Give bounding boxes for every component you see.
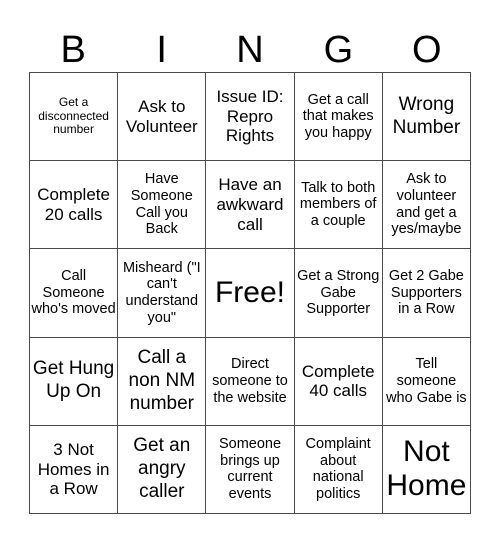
bingo-cell-r3-c4[interactable]: Get a Strong Gabe Supporter bbox=[294, 249, 383, 338]
cell-text: Someone brings up current events bbox=[218, 436, 282, 503]
header-letter-i: I bbox=[156, 29, 167, 71]
cell-text: Direct someone to the website bbox=[212, 356, 288, 406]
bingo-cell-free-space[interactable]: Free! bbox=[206, 249, 295, 338]
cell-text: Get a call that makes you happy bbox=[302, 91, 374, 141]
header-letter-b: B bbox=[60, 29, 86, 71]
cell-text: Issue ID: Repro Rights bbox=[216, 87, 284, 146]
bingo-cell-r1-c3[interactable]: Issue ID: Repro Rights bbox=[206, 73, 295, 162]
bingo-cell-r5-c1[interactable]: 3 Not Homes in a Row bbox=[30, 425, 119, 514]
bingo-cell-r2-c2[interactable]: Have Someone Call you Back bbox=[118, 161, 207, 250]
cell-text: Have Someone Call you Back bbox=[130, 171, 193, 238]
header-letter-n: N bbox=[236, 29, 264, 71]
cell-text: Call a non NM number bbox=[128, 347, 196, 414]
cell-text: Not Home bbox=[386, 434, 467, 503]
cell-text: Tell someone who Gabe is bbox=[386, 356, 467, 406]
bingo-cell-r5-c2[interactable]: Get an angry caller bbox=[118, 425, 207, 514]
bingo-cell-r1-c4[interactable]: Get a call that makes you happy bbox=[294, 73, 383, 162]
header-letter-o: O bbox=[412, 29, 442, 71]
bingo-cell-r3-c5[interactable]: Get 2 Gabe Supporters in a Row bbox=[382, 249, 471, 338]
bingo-header: B I N G O bbox=[29, 28, 471, 72]
bingo-cell-r3-c1[interactable]: Call Someone who's moved bbox=[30, 249, 119, 338]
bingo-cell-r1-c2[interactable]: Ask to Volunteer bbox=[118, 73, 207, 162]
bingo-cell-r2-c5[interactable]: Ask to volunteer and get a yes/maybe bbox=[382, 161, 471, 250]
cell-text: Call Someone who's moved bbox=[31, 267, 116, 318]
bingo-cell-r2-c3[interactable]: Have an awkward call bbox=[206, 161, 295, 250]
bingo-cell-r5-c3[interactable]: Someone brings up current events bbox=[206, 425, 295, 514]
cell-text: Free! bbox=[214, 275, 285, 309]
bingo-cell-r1-c5[interactable]: Wrong Number bbox=[382, 73, 471, 162]
bingo-cell-r5-c4[interactable]: Complaint about national politics bbox=[294, 425, 383, 514]
bingo-cell-r4-c3[interactable]: Direct someone to the website bbox=[206, 337, 295, 426]
bingo-cell-r4-c4[interactable]: Complete 40 calls bbox=[294, 337, 383, 426]
cell-text: Complete 20 calls bbox=[37, 185, 110, 224]
bingo-board: Get a disconnected number Ask to Volunte… bbox=[29, 72, 471, 514]
bingo-cell-r1-c1[interactable]: Get a disconnected number bbox=[30, 73, 119, 162]
cell-text: Get an angry caller bbox=[133, 435, 191, 502]
bingo-cell-r4-c1[interactable]: Get Hung Up On bbox=[30, 337, 119, 426]
cell-text: Get Hung Up On bbox=[32, 358, 115, 403]
cell-text: Get a Strong Gabe Supporter bbox=[297, 267, 380, 318]
cell-text: Get 2 Gabe Supporters in a Row bbox=[388, 267, 464, 318]
bingo-cell-r4-c5[interactable]: Tell someone who Gabe is bbox=[382, 337, 471, 426]
cell-text: Talk to both members of a couple bbox=[299, 179, 377, 230]
cell-text: Get a disconnected number bbox=[38, 94, 109, 137]
cell-text: Ask to Volunteer bbox=[125, 97, 198, 136]
header-letter-g: G bbox=[323, 29, 354, 71]
bingo-cell-r4-c2[interactable]: Call a non NM number bbox=[118, 337, 207, 426]
cell-text: Have an awkward call bbox=[216, 175, 284, 234]
cell-text: Ask to volunteer and get a yes/maybe bbox=[391, 171, 462, 238]
bingo-cell-r2-c1[interactable]: Complete 20 calls bbox=[30, 161, 119, 250]
cell-text: Wrong Number bbox=[392, 93, 461, 138]
bingo-cell-r3-c2[interactable]: Misheard ("I can't understand you" bbox=[118, 249, 207, 338]
cell-text: Misheard ("I can't understand you" bbox=[122, 259, 201, 326]
cell-text: Complaint about national politics bbox=[305, 436, 371, 503]
cell-text: Complete 40 calls bbox=[301, 361, 375, 401]
bingo-cell-r5-c5[interactable]: Not Home bbox=[382, 425, 471, 514]
bingo-cell-r2-c4[interactable]: Talk to both members of a couple bbox=[294, 161, 383, 250]
cell-text: 3 Not Homes in a Row bbox=[37, 440, 110, 499]
